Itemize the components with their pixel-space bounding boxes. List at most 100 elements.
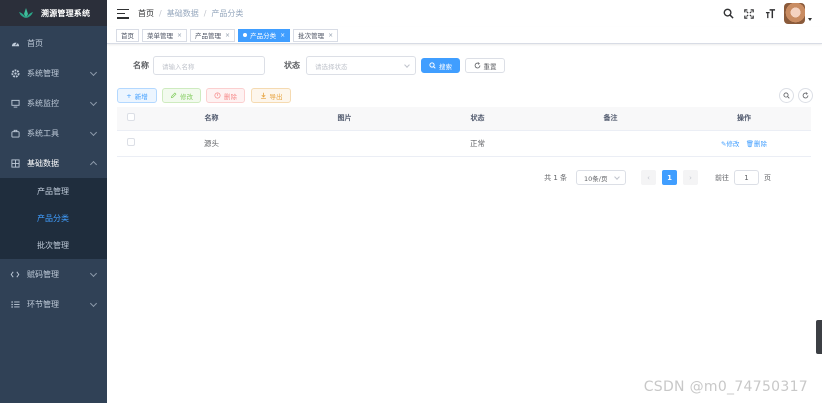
tag-batch-management[interactable]: 批次管理 × bbox=[293, 28, 339, 42]
chevron-down-icon bbox=[89, 299, 98, 308]
column-header-name: 名称 bbox=[145, 107, 278, 131]
row-edit-label: 修改 bbox=[726, 140, 740, 148]
next-page-button[interactable]: › bbox=[683, 170, 698, 185]
close-icon[interactable]: × bbox=[328, 32, 333, 39]
column-header-actions: 操作 bbox=[677, 107, 811, 131]
user-avatar[interactable] bbox=[784, 3, 805, 24]
chevron-left-icon: ‹ bbox=[647, 173, 650, 182]
monitor-icon bbox=[10, 98, 20, 108]
tag-home[interactable]: 首页 bbox=[116, 28, 139, 42]
sidebar-item-label: 基础数据 bbox=[27, 158, 59, 168]
breadcrumb-separator: / bbox=[159, 9, 162, 18]
page-size-value: 10条/页 bbox=[584, 174, 608, 183]
cell-name: 源头 bbox=[145, 130, 278, 157]
column-header-remark: 备注 bbox=[544, 107, 677, 131]
refresh-icon bbox=[802, 92, 809, 99]
app-logo[interactable]: 溯源管理系统 bbox=[0, 0, 107, 26]
plus-icon: + bbox=[126, 91, 132, 100]
edit-button[interactable]: 修改 bbox=[162, 88, 201, 103]
row-checkbox[interactable] bbox=[127, 138, 135, 146]
grid-icon bbox=[10, 158, 20, 168]
code-icon bbox=[10, 269, 20, 279]
tag-product-management[interactable]: 产品管理 × bbox=[190, 28, 236, 42]
page-number-1[interactable]: 1 bbox=[662, 170, 677, 185]
tag-label: 菜单管理 bbox=[147, 32, 173, 40]
submenu-label: 产品管理 bbox=[37, 187, 69, 196]
table-row: 源头 正常 ✎修改 🗑删除 bbox=[117, 130, 811, 157]
chevron-up-icon bbox=[89, 160, 98, 169]
submenu-label: 产品分类 bbox=[37, 214, 69, 223]
row-edit-link[interactable]: ✎修改 bbox=[721, 140, 739, 148]
hamburger-icon[interactable] bbox=[117, 8, 129, 19]
close-icon[interactable]: × bbox=[280, 32, 285, 39]
breadcrumb-home[interactable]: 首页 bbox=[138, 9, 154, 18]
edit-button-label: 修改 bbox=[180, 92, 193, 101]
page-unit: 页 bbox=[764, 173, 771, 182]
close-icon[interactable]: × bbox=[177, 32, 182, 39]
toggle-search-button[interactable] bbox=[779, 88, 794, 103]
side-drawer-handle[interactable] bbox=[816, 320, 822, 354]
chevron-down-icon bbox=[614, 174, 620, 180]
tag-menu-management[interactable]: 菜单管理 × bbox=[142, 28, 188, 42]
main-content: 名称 请输入名称 状态 请选择状态 搜索 重置 + 新增 修改 删除 导出 名称… bbox=[107, 45, 822, 403]
sidebar: 溯源管理系统 首页 系统管理 系统监控 系统工具 基础数据 产品管理 产品分类 … bbox=[0, 0, 107, 403]
gear-icon bbox=[10, 68, 20, 78]
sidebar-item-label: 系统监控 bbox=[27, 98, 59, 108]
search-button[interactable]: 搜索 bbox=[421, 58, 460, 73]
refresh-button[interactable] bbox=[798, 88, 813, 103]
chevron-right-icon: › bbox=[689, 173, 692, 182]
table-header-row: 名称 图片 状态 备注 操作 bbox=[117, 107, 811, 131]
data-table: 名称 图片 状态 备注 操作 源头 正常 ✎修改 🗑删除 bbox=[117, 107, 811, 157]
active-dot-icon bbox=[243, 33, 248, 37]
dashboard-icon bbox=[10, 38, 20, 48]
sidebar-item-batch-management[interactable]: 批次管理 bbox=[0, 232, 107, 259]
sidebar-item-code-management[interactable]: 赋码管理 bbox=[0, 259, 107, 289]
fullscreen-icon[interactable] bbox=[743, 8, 755, 20]
search-icon bbox=[429, 62, 436, 69]
page-size-select[interactable]: 10条/页 bbox=[576, 170, 626, 185]
pagination-total: 共 1 条 bbox=[544, 173, 567, 182]
font-size-icon[interactable] bbox=[764, 8, 776, 20]
sidebar-item-product-management[interactable]: 产品管理 bbox=[0, 178, 107, 205]
status-placeholder: 请选择状态 bbox=[315, 62, 348, 71]
reset-button[interactable]: 重置 bbox=[465, 58, 505, 73]
export-button-label: 导出 bbox=[269, 92, 283, 101]
search-icon[interactable] bbox=[722, 8, 734, 20]
app-title: 溯源管理系统 bbox=[41, 8, 91, 18]
delete-button[interactable]: 删除 bbox=[206, 88, 245, 103]
sidebar-item-system[interactable]: 系统管理 bbox=[0, 58, 107, 88]
cell-remark bbox=[544, 130, 677, 157]
chevron-down-icon bbox=[89, 98, 98, 107]
tag-label: 产品管理 bbox=[195, 32, 222, 40]
cell-actions: ✎修改 🗑删除 bbox=[677, 130, 811, 157]
row-delete-link[interactable]: 🗑删除 bbox=[746, 140, 767, 148]
submenu-basic-data: 产品管理 产品分类 批次管理 bbox=[0, 178, 107, 259]
sidebar-item-home[interactable]: 首页 bbox=[0, 28, 107, 58]
caret-down-icon[interactable] bbox=[808, 18, 812, 21]
sidebar-item-tools[interactable]: 系统工具 bbox=[0, 118, 107, 148]
export-button[interactable]: 导出 bbox=[251, 88, 291, 103]
name-input[interactable]: 请输入名称 bbox=[153, 56, 265, 75]
prev-page-button[interactable]: ‹ bbox=[641, 170, 656, 185]
trash-icon: 🗑 bbox=[745, 140, 755, 148]
chevron-down-icon bbox=[89, 128, 98, 137]
sidebar-item-label: 首页 bbox=[27, 38, 43, 48]
sidebar-item-monitor[interactable]: 系统监控 bbox=[0, 88, 107, 118]
sidebar-item-basic-data[interactable]: 基础数据 bbox=[0, 148, 107, 178]
row-select-cell bbox=[117, 130, 145, 157]
close-icon[interactable]: × bbox=[225, 32, 230, 39]
right-menu bbox=[713, 3, 812, 24]
edit-icon bbox=[170, 92, 177, 99]
add-button[interactable]: + 新增 bbox=[117, 88, 157, 103]
goto-page-input[interactable]: 1 bbox=[734, 170, 759, 185]
add-button-label: 新增 bbox=[134, 92, 148, 101]
chevron-down-icon bbox=[89, 269, 98, 278]
select-all-checkbox[interactable] bbox=[127, 113, 135, 122]
delete-icon bbox=[214, 92, 221, 99]
tool-icon bbox=[10, 128, 20, 138]
pagination: 共 1 条 10条/页 ‹ 1 › 前往 1 页 bbox=[544, 170, 771, 185]
sidebar-item-stage-management[interactable]: 环节管理 bbox=[0, 289, 107, 319]
tag-product-category[interactable]: 产品分类 × bbox=[238, 28, 291, 42]
sidebar-item-product-category[interactable]: 产品分类 bbox=[0, 205, 107, 232]
status-select[interactable]: 请选择状态 bbox=[306, 56, 416, 75]
